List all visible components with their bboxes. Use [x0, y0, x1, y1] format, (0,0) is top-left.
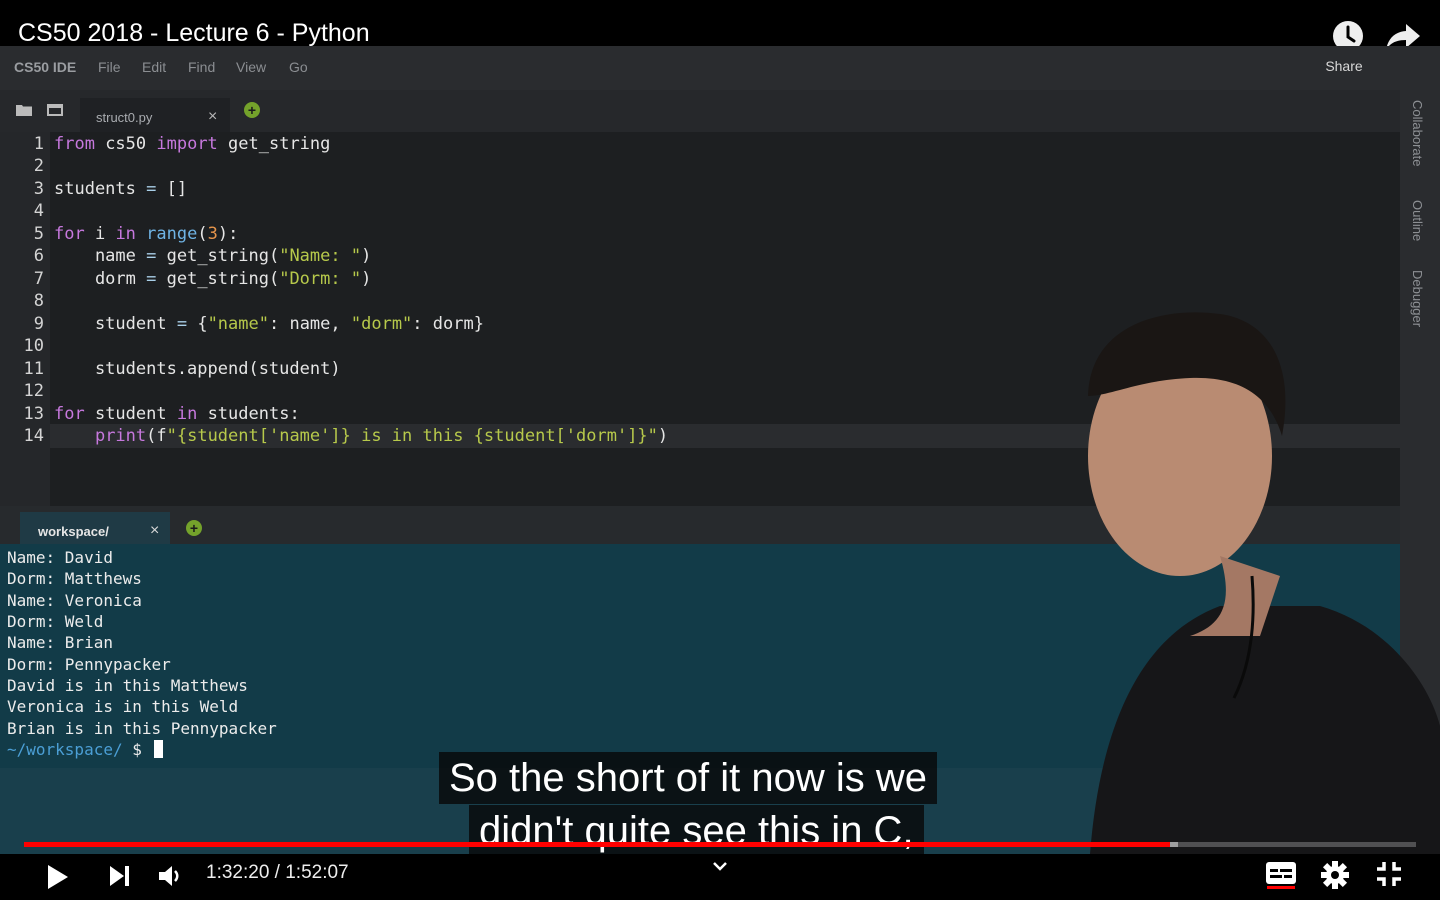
terminal-tab: workspace/ × — [20, 512, 170, 544]
ide-logo: CS50 IDE — [14, 59, 77, 75]
code-line-13: for student in students: — [54, 404, 300, 424]
folder-icon — [16, 105, 32, 116]
terminal-line: Name: Veronica — [7, 591, 142, 610]
line-number: 13 — [23, 404, 44, 424]
add-terminal-icon: + — [186, 520, 202, 536]
code-line-7: dorm = get_string("Dorm: ") — [54, 269, 372, 289]
line-number: 10 — [23, 336, 44, 356]
terminal-cursor — [153, 740, 163, 758]
menu-find: Find — [188, 59, 216, 75]
player-controls: 1:32:20 / 1:52:07 — [0, 854, 1440, 900]
menu-file: File — [98, 59, 121, 75]
subtitles-icon[interactable] — [1265, 860, 1297, 886]
ide-menu-bar: CS50 IDE File Edit Find View Go — [0, 46, 1440, 90]
add-tab-icon: + — [244, 102, 260, 118]
line-number: 5 — [33, 224, 44, 244]
presenter-figure — [1088, 312, 1440, 854]
code-line-3: students = [] — [54, 179, 188, 199]
terminal-prompt: ~/workspace/ — [7, 740, 123, 759]
close-icon: × — [208, 108, 218, 125]
progress-bar[interactable] — [24, 842, 1416, 847]
volume-icon[interactable] — [156, 862, 184, 890]
caption-line-1: So the short of it now is we — [439, 752, 938, 804]
terminal-line: Dorm: Weld — [7, 612, 104, 631]
prompt-symbol: $ — [122, 740, 152, 759]
menu-edit: Edit — [142, 59, 167, 75]
exit-fullscreen-icon[interactable] — [1375, 860, 1403, 888]
line-gutter: 1 2 3 4 5 6 7 8 9 10 11 12 13 14 — [0, 132, 50, 506]
share-button-label[interactable]: Share — [1320, 58, 1368, 74]
progress-fill — [24, 842, 1170, 847]
terminal-prompt-line: ~/workspace/ $ — [7, 740, 163, 759]
settings-icon[interactable] — [1320, 860, 1350, 890]
terminal-tab-label: workspace/ — [38, 524, 109, 539]
editor-tab-strip: struct0.py × + — [0, 90, 1400, 132]
code-line-9: student = {"name": name, "dorm": dorm} — [54, 314, 484, 334]
code-line-6: name = get_string("Name: ") — [54, 246, 372, 266]
time-display: 1:32:20 / 1:52:07 — [206, 862, 349, 883]
terminal-line: David is in this Matthews — [7, 676, 248, 695]
line-number: 3 — [33, 179, 44, 199]
play-icon[interactable] — [46, 862, 70, 892]
line-number: 11 — [23, 359, 44, 379]
code-line-11: students.append(student) — [54, 359, 341, 379]
terminal-line: Dorm: Matthews — [7, 569, 142, 588]
line-number: 14 — [23, 426, 44, 446]
side-tab-collaborate: Collaborate — [1410, 100, 1425, 167]
menu-go: Go — [289, 59, 308, 75]
line-number: 6 — [33, 246, 44, 266]
subtitles-active-indicator — [1267, 886, 1295, 889]
terminal-line: Name: Brian — [7, 633, 113, 652]
terminal-line: Name: David — [7, 548, 113, 567]
video-title[interactable]: CS50 2018 - Lecture 6 - Python — [18, 19, 370, 48]
terminal-line: Brian is in this Pennypacker — [7, 719, 277, 738]
code-line-14: print(f"{student['name']} is in this {st… — [94, 426, 669, 446]
code-line-1: from cs50 import get_string — [54, 134, 331, 154]
editor-tab-label: struct0.py — [96, 110, 153, 125]
close-icon: × — [150, 522, 160, 539]
chevron-down-icon[interactable] — [710, 856, 730, 876]
line-number: 7 — [33, 269, 44, 289]
next-icon[interactable] — [108, 864, 132, 888]
video-title-bar: CS50 2018 - Lecture 6 - Python — [0, 0, 1440, 51]
line-number: 8 — [33, 291, 44, 311]
terminal-line: Veronica is in this Weld — [7, 697, 239, 716]
code-line-5: for i in range(3): — [54, 224, 239, 244]
editor-tab: struct0.py × — [80, 98, 230, 132]
line-number: 1 — [33, 134, 44, 154]
line-number: 4 — [33, 201, 44, 221]
line-number: 9 — [33, 314, 44, 334]
side-tab-outline: Outline — [1410, 200, 1425, 242]
menu-view: View — [236, 59, 267, 75]
video-frame[interactable]: CS50 IDE File Edit Find View Go struct0.… — [0, 46, 1440, 854]
line-number: 2 — [33, 156, 44, 176]
file-tree-icon — [47, 104, 63, 116]
line-number: 12 — [23, 381, 44, 401]
terminal-line: Dorm: Pennypacker — [7, 655, 171, 674]
